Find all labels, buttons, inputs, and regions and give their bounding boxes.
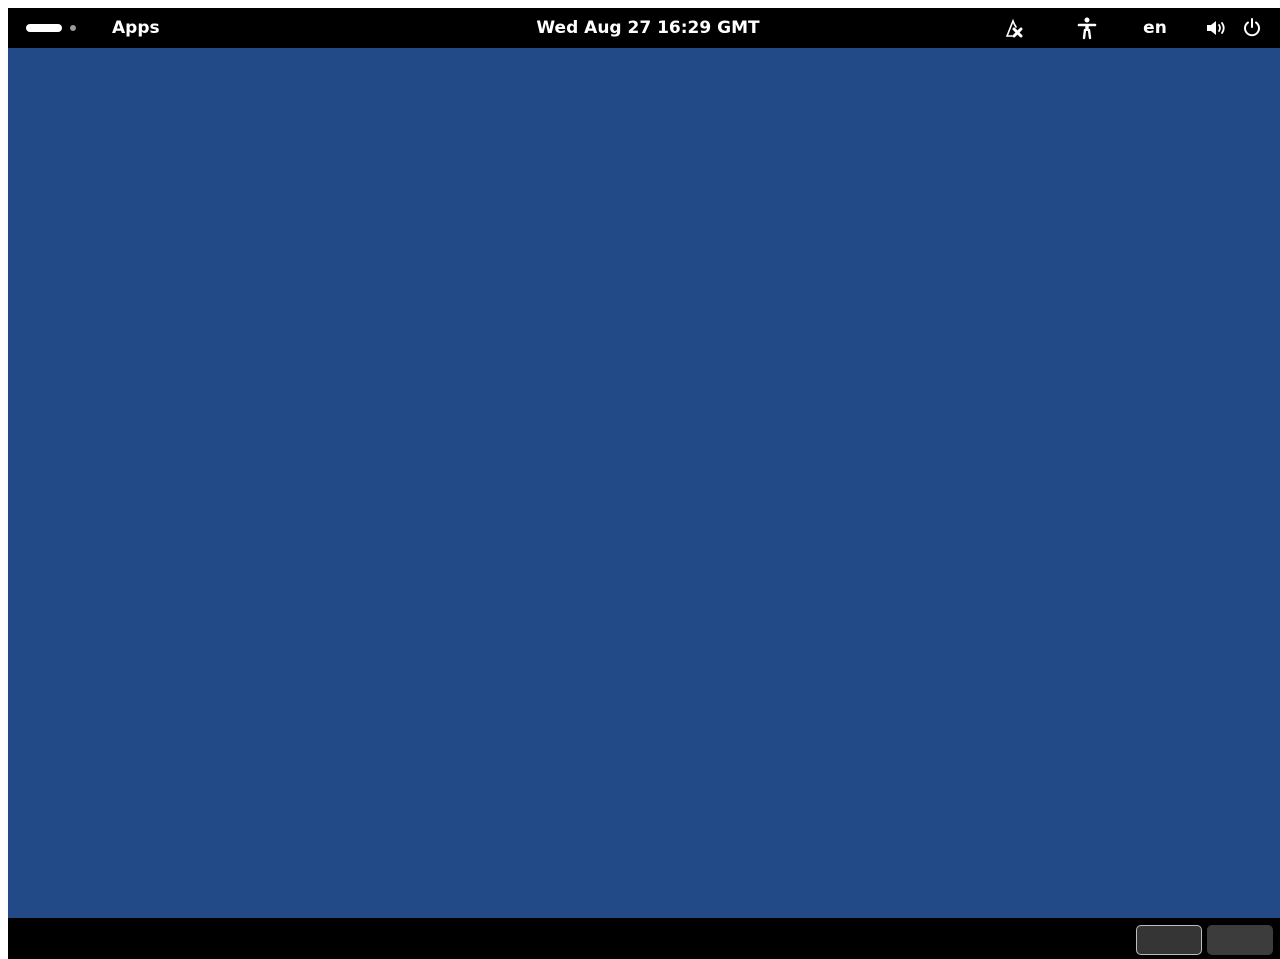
top-bar: Apps Wed Aug 27 16:29 GMT en (8, 8, 1280, 48)
power-icon (1244, 18, 1260, 37)
clock[interactable]: Wed Aug 27 16:29 GMT (528, 8, 768, 48)
accessibility-indicator[interactable] (1074, 8, 1100, 48)
volume-indicator[interactable] (1202, 8, 1230, 48)
workspace-2-thumbnail[interactable] (1207, 925, 1273, 955)
desktop-background[interactable] (8, 48, 1280, 918)
accessibility-icon (1077, 17, 1097, 40)
screen: Apps Wed Aug 27 16:29 GMT en (8, 8, 1280, 959)
network-indicator[interactable] (998, 8, 1028, 48)
workspace-dot-icon (70, 25, 76, 31)
keyboard-language-indicator[interactable]: en (1138, 8, 1172, 48)
volume-icon (1207, 21, 1225, 35)
activities-button[interactable] (18, 16, 88, 40)
bottom-bar (8, 918, 1280, 959)
network-disconnected-icon (1006, 18, 1023, 38)
power-indicator[interactable] (1238, 8, 1266, 48)
apps-menu[interactable]: Apps (112, 8, 160, 48)
activities-pill-icon (26, 24, 62, 32)
workspace-1-thumbnail[interactable] (1136, 925, 1202, 955)
